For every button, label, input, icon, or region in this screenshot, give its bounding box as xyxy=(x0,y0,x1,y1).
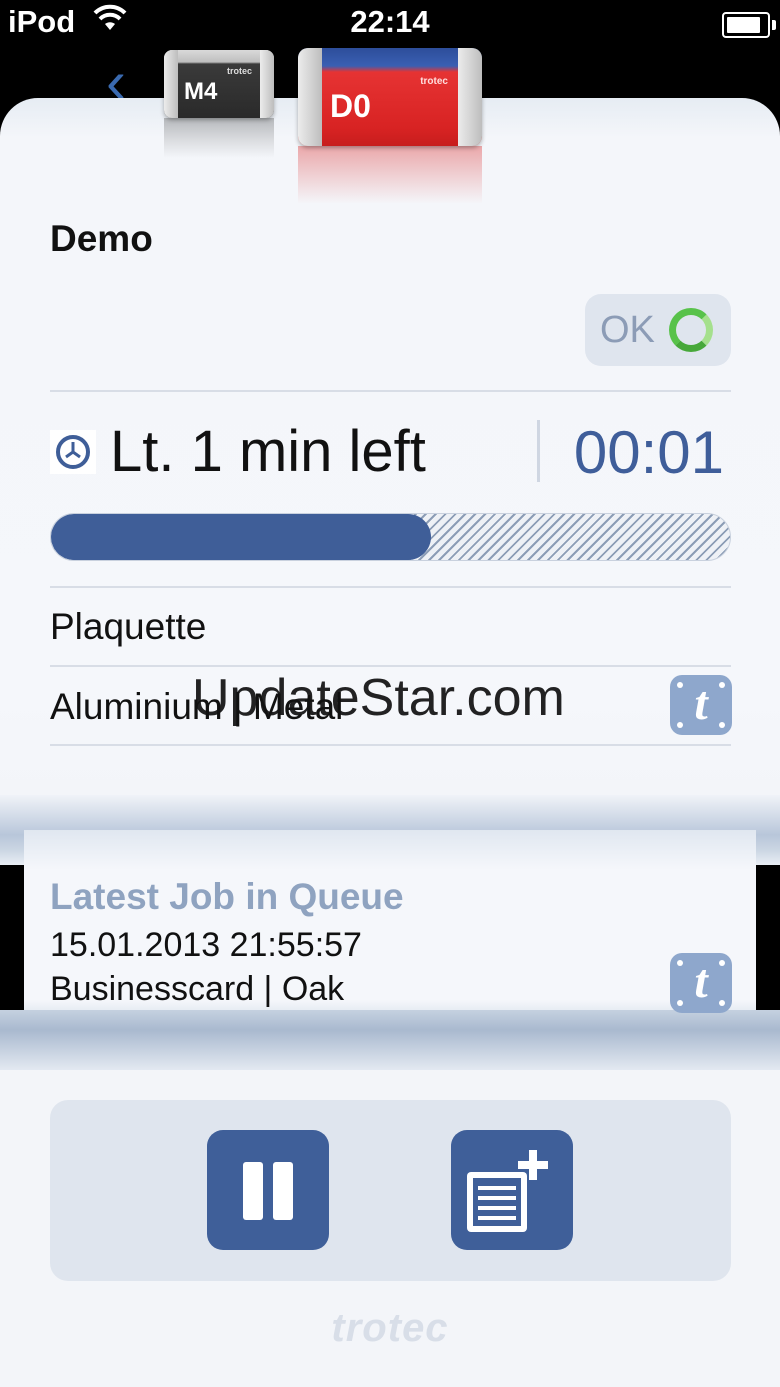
machine-m4-reflection xyxy=(164,118,274,158)
pause-button[interactable] xyxy=(207,1130,329,1250)
elapsed-time: 00:01 xyxy=(573,419,724,486)
status-label: OK xyxy=(600,308,655,351)
vertical-divider xyxy=(537,420,540,482)
queue-job-settings-button[interactable]: t xyxy=(670,953,732,1013)
machine-d0-brand: trotec xyxy=(420,76,448,87)
footer-brand-logo: trotec xyxy=(331,1306,449,1350)
watermark: UpdateStar.com xyxy=(192,669,565,727)
progress-fill xyxy=(51,514,432,560)
status-badge[interactable]: OK xyxy=(585,294,731,366)
machine-m4-label: M4 xyxy=(184,78,218,105)
status-ring-icon xyxy=(668,308,713,352)
machine-m4-brand: trotec xyxy=(226,66,252,76)
controls-panel xyxy=(50,1100,731,1281)
battery-icon xyxy=(722,12,776,38)
app-screen: iPod 22:14 ‹ trotec M4 trotec D0 Demo OK… xyxy=(0,0,780,1387)
machine-tab-m4[interactable]: trotec M4 xyxy=(164,50,274,118)
time-left-label: Lt. 1 min left xyxy=(110,419,426,484)
queue-job: Businesscard | Oak xyxy=(50,970,345,1008)
machine-tab-d0[interactable]: trotec D0 xyxy=(298,48,482,146)
queue-date: 15.01.2013 21:55:57 xyxy=(50,926,362,964)
divider xyxy=(50,390,731,392)
machine-d0-label: D0 xyxy=(330,88,371,124)
machine-d0-reflection xyxy=(298,146,482,204)
status-time: 22:14 xyxy=(350,4,430,39)
queue-heading: Latest Job in Queue xyxy=(50,876,404,917)
divider xyxy=(50,744,731,746)
add-job-button[interactable] xyxy=(451,1130,573,1250)
progress-bar xyxy=(50,513,731,561)
back-chevron-icon[interactable]: ‹ xyxy=(106,52,136,112)
divider xyxy=(50,665,731,667)
job-settings-button[interactable]: t xyxy=(670,675,732,735)
clock-icon xyxy=(50,430,96,474)
job-name: Plaquette xyxy=(50,606,207,647)
divider xyxy=(50,586,731,588)
trotec-t-icon: t xyxy=(694,677,708,730)
status-bar: iPod 22:14 xyxy=(0,0,780,50)
page-title: Demo xyxy=(50,218,153,259)
trotec-t-icon: t xyxy=(694,955,708,1008)
